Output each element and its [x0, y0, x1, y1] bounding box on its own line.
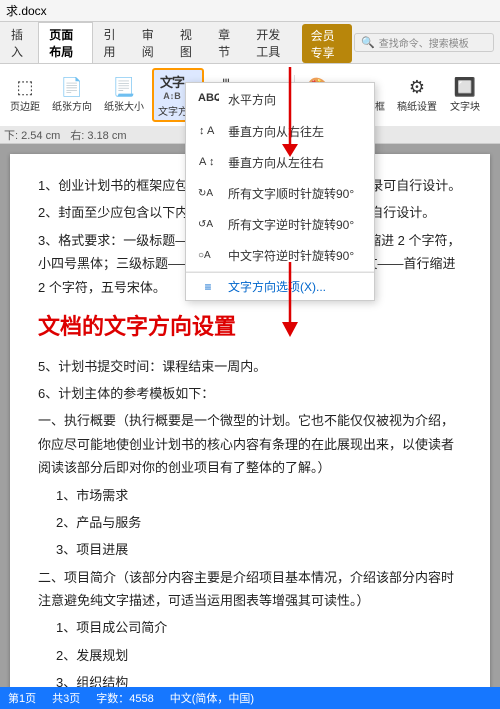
horizontal-icon: ABC→: [196, 88, 220, 111]
tab-page-layout[interactable]: 页面布局: [38, 22, 92, 63]
paper-size-button[interactable]: 📃 纸张大小: [100, 76, 148, 115]
text-block-icon: 🔲: [454, 78, 476, 96]
dropdown-vertical-rtl-label: 垂直方向从右往左: [228, 123, 324, 140]
dropdown-vertical-rtl[interactable]: ↕A 垂直方向从右往左: [186, 116, 374, 147]
tab-reference[interactable]: 引用: [93, 22, 131, 63]
doc-list-2: 2、产品与服务: [56, 511, 462, 534]
paper-size-icon: 📃: [113, 78, 135, 96]
text-direction-icon: 文字 A↕B: [160, 72, 184, 101]
orientation-icon: 📄: [61, 78, 83, 96]
svg-text:→: →: [211, 92, 219, 104]
dropdown-horizontal[interactable]: ABC→ 水平方向: [186, 83, 374, 116]
dropdown-vertical-ltr[interactable]: A↕ 垂直方向从左往右: [186, 147, 374, 178]
svg-text:↻A: ↻A: [198, 188, 213, 199]
ccw90-icon: ↺A: [196, 214, 220, 235]
orientation-label: 纸张方向: [52, 98, 92, 113]
tab-developer[interactable]: 开发工具: [245, 22, 299, 63]
dropdown-ccw90-label: 所有文字逆时针旋转90°: [228, 216, 354, 233]
dropdown-ccw90[interactable]: ↺A 所有文字逆时针旋转90°: [186, 209, 374, 240]
svg-text:↕: ↕: [209, 156, 215, 168]
tab-insert[interactable]: 插入: [0, 22, 38, 63]
title-bar: 求.docx: [0, 0, 500, 22]
margin-icon: ⬚: [16, 78, 33, 96]
total-pages: 共3页: [52, 690, 80, 706]
ribbon-tabs: 插入 页面布局 引用 审阅 视图 章节 开发工具 会员专享 🔍 查找命令、搜索模…: [0, 22, 500, 64]
search-placeholder: 查找命令、搜索模板: [379, 35, 469, 50]
tab-member[interactable]: 会员专享: [302, 24, 352, 63]
doc-list-4: 1、项目成公司简介: [56, 616, 462, 639]
tab-view[interactable]: 视图: [169, 22, 207, 63]
orientation-button[interactable]: 📄 纸张方向: [48, 76, 96, 115]
doc-list-3: 3、项目进展: [56, 538, 462, 561]
filename: 求.docx: [6, 2, 47, 19]
ruler-bottom-label: 下: 2.54 cm: [4, 127, 60, 143]
text-block-button[interactable]: 🔲 文字块: [445, 76, 485, 115]
doc-list-5: 2、发展规划: [56, 644, 462, 667]
ruler-right-label: 右: 3.18 cm: [70, 127, 126, 143]
text-block-label: 文字块: [450, 98, 480, 113]
status-bar: 第1页 共3页 字数：4558 中文(简体，中国): [0, 687, 500, 709]
vertical-ltr-icon: A↕: [196, 152, 220, 173]
page-info: 第1页: [8, 690, 36, 706]
doc-project-intro: 二、项目简介（该部分内容主要是介绍项目基本情况，介绍该部分内容时注意避免纯文字描…: [38, 566, 462, 613]
tab-review[interactable]: 审阅: [131, 22, 169, 63]
svg-text:A: A: [207, 125, 215, 137]
settings-label: 稿纸设置: [397, 98, 437, 113]
margin-button[interactable]: ⬚ 页边距: [6, 76, 44, 115]
doc-list-6: 3、组织结构: [56, 671, 462, 687]
search-box[interactable]: 🔍 查找命令、搜索模板: [354, 33, 494, 52]
text-direction-dropdown: ABC→ 水平方向 ↕A 垂直方向从右往左 A↕ 垂直方向从左往右 ↻A 所有文…: [185, 82, 375, 301]
settings-button[interactable]: ⚙ 稿纸设置: [393, 76, 441, 115]
dropdown-chinese-ccw-label: 中文字符逆时针旋转90°: [228, 247, 354, 264]
dropdown-options[interactable]: ≡ 文字方向选项(X)...: [186, 272, 374, 300]
vertical-rtl-icon: ↕A: [196, 121, 220, 142]
doc-para-6: 6、计划主体的参考模板如下：: [38, 382, 462, 405]
dropdown-cw90-label: 所有文字顺时针旋转90°: [228, 185, 354, 202]
dropdown-chinese-ccw[interactable]: ○A 中文字符逆时针旋转90°: [186, 240, 374, 271]
tab-section[interactable]: 章节: [207, 22, 245, 63]
language: 中文(简体，中国): [170, 690, 254, 706]
doc-list-1: 1、市场需求: [56, 484, 462, 507]
svg-text:A: A: [199, 156, 207, 168]
chinese-ccw-icon: ○A: [196, 245, 220, 266]
word-count: 字数：4558: [96, 690, 153, 706]
doc-para-5: 5、计划书提交时间：课程结束一周内。: [38, 355, 462, 378]
svg-text:↺A: ↺A: [198, 219, 213, 230]
margin-label: 页边距: [10, 98, 40, 113]
cw90-icon: ↻A: [196, 183, 220, 204]
paper-size-label: 纸张大小: [104, 98, 144, 113]
doc-exec-summary: 一、执行概要（执行概要是一个微型的计划。它也不能仅仅被视为介绍，你应尽可能地使创…: [38, 409, 462, 479]
svg-text:○A: ○A: [198, 250, 211, 261]
options-icon: ≡: [196, 280, 220, 294]
dropdown-options-label: 文字方向选项(X)...: [228, 278, 326, 295]
dropdown-cw90[interactable]: ↻A 所有文字顺时针旋转90°: [186, 178, 374, 209]
dropdown-vertical-ltr-label: 垂直方向从左往右: [228, 154, 324, 171]
svg-text:↕: ↕: [199, 125, 205, 137]
doc-heading: 文档的文字方向设置: [38, 307, 462, 347]
settings-icon: ⚙: [409, 78, 425, 96]
dropdown-horizontal-label: 水平方向: [228, 91, 276, 108]
